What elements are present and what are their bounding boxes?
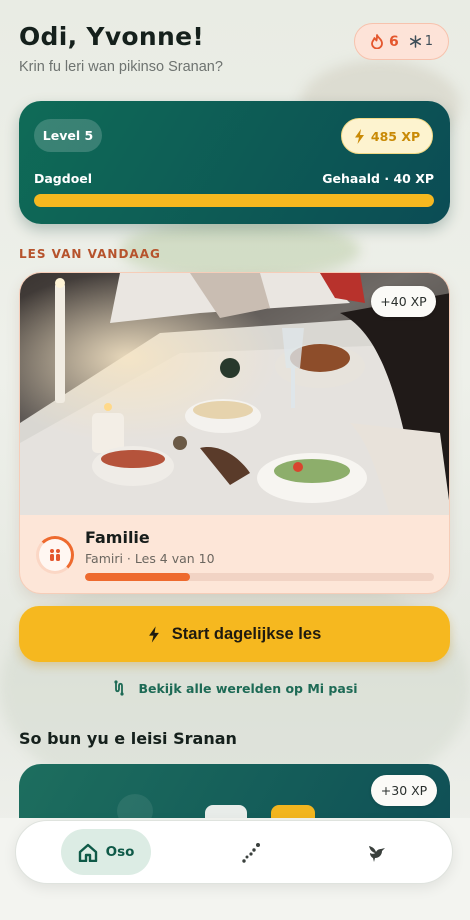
daily-goal-label: Dagdoel <box>34 171 93 186</box>
bird-icon <box>369 846 385 862</box>
daily-goal-progress <box>34 194 434 207</box>
start-button-label: Start dagelijkse les <box>171 624 322 643</box>
xp-pill: 485 XP <box>341 118 433 154</box>
family-icon <box>36 536 74 574</box>
streak-badge[interactable]: 6 1 <box>354 23 449 60</box>
lesson-info: Familie Famiri · Les 4 van 10 <box>20 515 449 593</box>
streak-fire: 6 <box>370 34 399 50</box>
start-daily-lesson-button[interactable]: Start dagelijkse les <box>19 606 450 662</box>
tab-home[interactable]: Oso <box>61 829 151 875</box>
snowflake-icon <box>409 35 421 48</box>
daily-goal-fill <box>34 194 434 207</box>
today-section-label: LES VAN VANDAAG <box>19 247 161 261</box>
tab-bird[interactable] <box>366 841 390 865</box>
tab-home-label: Oso <box>105 844 135 860</box>
lightning-icon <box>148 625 159 643</box>
level-pill: Level 5 <box>34 119 102 152</box>
path-icon <box>114 680 125 696</box>
streak-freeze: 1 <box>409 34 433 49</box>
greeting: Odi, Yvonne! <box>19 22 205 51</box>
daily-goal-row: Dagdoel Gehaald · 40 XP <box>34 171 434 186</box>
view-worlds-link[interactable]: Bekijk alle werelden op Mi pasi <box>0 680 470 696</box>
lightning-icon <box>354 128 364 144</box>
lesson-progress-fill <box>85 573 190 581</box>
why-section-title: So bun yu e leisi Sranan <box>19 729 237 748</box>
fire-icon <box>371 34 383 49</box>
subtitle: Krin fu leri wan pikinso Sranan? <box>19 59 223 75</box>
header: Odi, Yvonne! Krin fu leri wan pikinso Sr… <box>19 22 223 75</box>
level-card: Level 5 485 XP Dagdoel Gehaald · 40 XP <box>19 101 450 224</box>
freeze-count: 1 <box>424 34 434 49</box>
lesson-title: Familie <box>85 528 150 547</box>
lesson-xp-badge: +40 XP <box>371 286 436 317</box>
challenge-xp-badge: +30 XP <box>371 775 437 806</box>
today-lesson-card[interactable]: +40 XP Familie Famiri · Les 4 van 10 <box>19 272 450 594</box>
lesson-meta: Famiri · Les 4 van 10 <box>85 551 215 566</box>
daily-goal-status: Gehaald · 40 XP <box>322 171 434 186</box>
view-worlds-label: Bekijk alle werelden op Mi pasi <box>138 680 358 696</box>
lesson-progress <box>85 573 434 581</box>
bottom-tab-bar: Oso <box>15 820 453 884</box>
path-dots-icon <box>242 843 260 863</box>
xp-total: 485 XP <box>370 128 421 144</box>
streak-count: 6 <box>388 33 399 50</box>
tab-path[interactable] <box>240 841 264 865</box>
home-icon <box>78 843 97 862</box>
